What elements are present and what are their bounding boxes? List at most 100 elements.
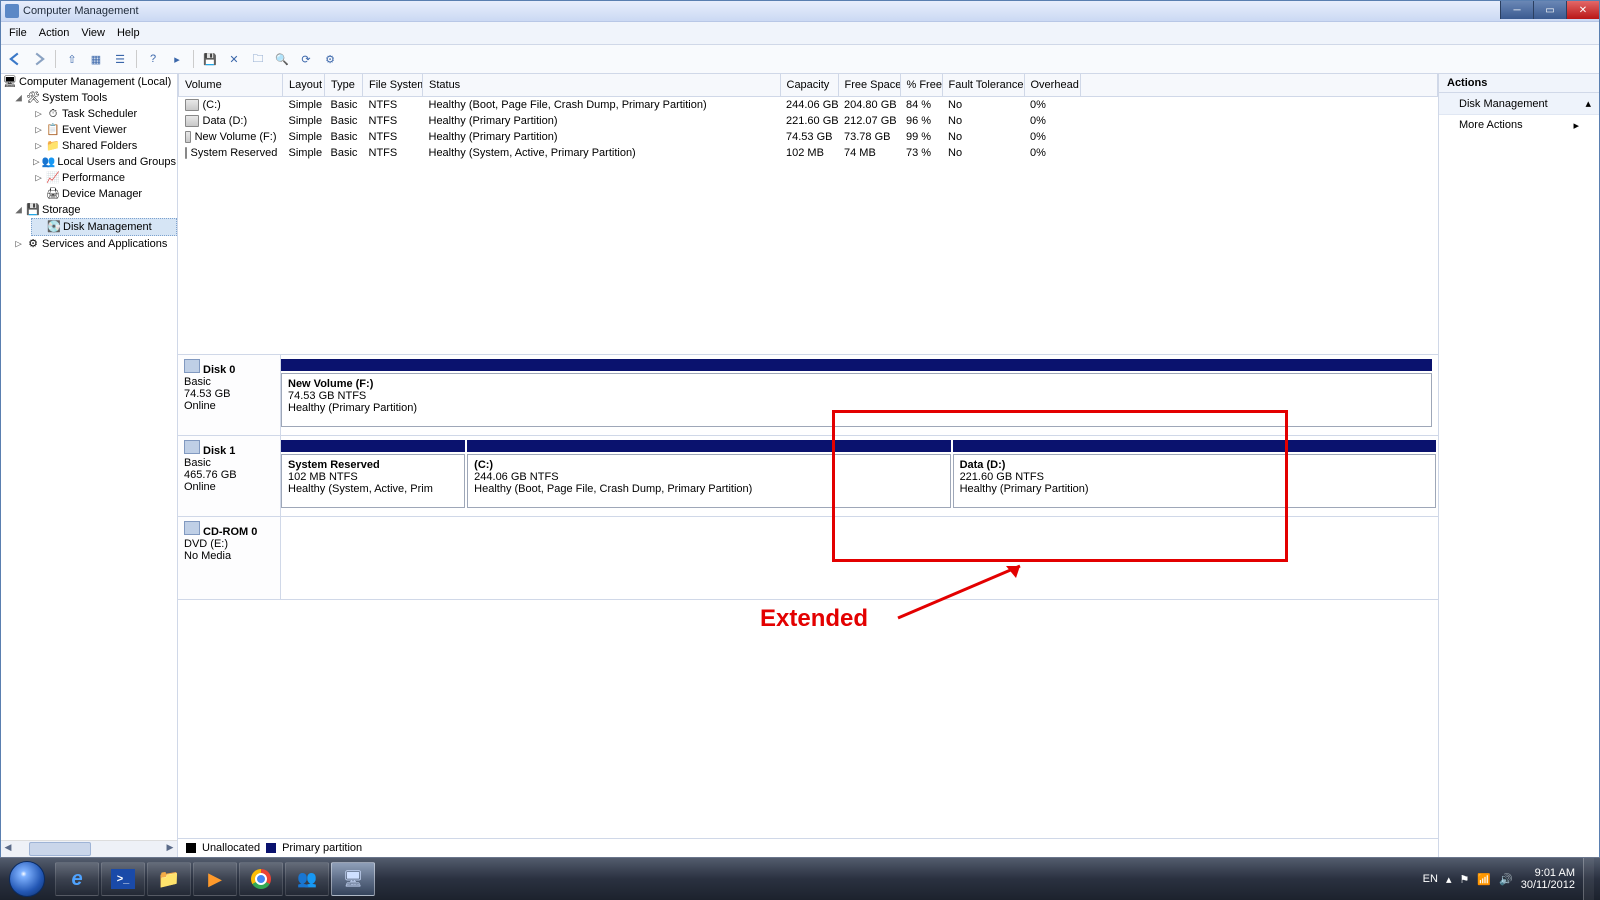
maximize-button[interactable]: ▭ (1533, 1, 1566, 19)
col-freespace[interactable]: Free Space (838, 74, 900, 97)
scroll-thumb[interactable] (29, 842, 91, 856)
submenu-arrow-icon: ▸ (1573, 119, 1579, 132)
settings-icon[interactable]: ⚙ (320, 49, 340, 69)
partition[interactable]: System Reserved102 MB NTFSHealthy (Syste… (281, 454, 465, 508)
partition[interactable]: (C:)244.06 GB NTFSHealthy (Boot, Page Fi… (467, 454, 950, 508)
refresh-icon[interactable]: ⟳ (296, 49, 316, 69)
col-type[interactable]: Type (325, 74, 363, 97)
expand-icon[interactable]: ▷ (33, 154, 40, 170)
app-icon (5, 4, 19, 18)
scroll-right-icon[interactable]: ▶ (163, 842, 177, 856)
disk-header[interactable]: CD-ROM 0DVD (E:)No Media (178, 517, 281, 599)
collapse-icon[interactable]: ◢ (13, 90, 24, 106)
tree-root[interactable]: 🖥Computer Management (Local) (1, 74, 177, 90)
tree-local-users[interactable]: ▷👥Local Users and Groups (31, 154, 177, 170)
tree-disk-management[interactable]: 💽Disk Management (31, 218, 177, 236)
scroll-left-icon[interactable]: ◀ (1, 842, 15, 856)
actions-pane: Actions Disk Management▴ More Actions▸ (1438, 74, 1599, 857)
tree-task-scheduler[interactable]: ▷⏱Task Scheduler (31, 106, 177, 122)
task-media-player[interactable]: ▶ (193, 862, 237, 896)
disk-row[interactable]: Disk 0Basic74.53 GBOnlineNew Volume (F:)… (178, 355, 1438, 436)
cut-icon[interactable]: ✕ (224, 49, 244, 69)
tree-storage[interactable]: ◢💾Storage (11, 202, 177, 218)
col-overhead[interactable]: Overhead (1024, 74, 1080, 97)
back-icon[interactable] (5, 49, 25, 69)
disk-row[interactable]: CD-ROM 0DVD (E:)No Media (178, 517, 1438, 600)
forward-icon[interactable] (29, 49, 49, 69)
actions-more[interactable]: More Actions▸ (1439, 115, 1599, 136)
task-ie[interactable]: e (55, 862, 99, 896)
disk-icon (184, 359, 200, 373)
expand-icon[interactable]: ▷ (33, 138, 44, 154)
col-filesystem[interactable]: File System (363, 74, 423, 97)
task-powershell[interactable]: >_ (101, 862, 145, 896)
tree-event-viewer[interactable]: ▷📋Event Viewer (31, 122, 177, 138)
menu-bar: File Action View Help (1, 22, 1599, 45)
tree-services-apps[interactable]: ▷⚙Services and Applications (11, 236, 177, 252)
disk-row[interactable]: Disk 1Basic465.76 GBOnlineSystem Reserve… (178, 436, 1438, 517)
show-hide-tree-icon[interactable]: ▦ (86, 49, 106, 69)
task-remote-desktop[interactable]: 👥 (285, 862, 329, 896)
disk-header[interactable]: Disk 1Basic465.76 GBOnline (178, 436, 281, 516)
volume-row[interactable]: Data (D:)SimpleBasicNTFSHealthy (Primary… (179, 113, 1438, 129)
tray-clock[interactable]: 9:01 AM 30/11/2012 (1521, 867, 1575, 891)
menu-action[interactable]: Action (39, 27, 70, 39)
tray-volume-icon[interactable]: 🔊 (1499, 873, 1513, 886)
col-capacity[interactable]: Capacity (780, 74, 838, 97)
col-layout[interactable]: Layout (283, 74, 325, 97)
col-pctfree[interactable]: % Free (900, 74, 942, 97)
powershell-icon: >_ (111, 869, 135, 889)
col-status[interactable]: Status (423, 74, 781, 97)
disk-map[interactable]: Disk 0Basic74.53 GBOnlineNew Volume (F:)… (178, 354, 1438, 838)
disk-header[interactable]: Disk 0Basic74.53 GBOnline (178, 355, 281, 435)
task-computer-management[interactable]: 🖥 (331, 862, 375, 896)
partition[interactable]: New Volume (F:)74.53 GB NTFSHealthy (Pri… (281, 373, 1432, 427)
close-button[interactable]: ✕ (1566, 1, 1599, 19)
menu-help[interactable]: Help (117, 27, 140, 39)
partition[interactable]: Data (D:)221.60 GB NTFSHealthy (Primary … (953, 454, 1436, 508)
clock-icon: ⏱ (46, 107, 60, 121)
expand-icon[interactable]: ▷ (33, 170, 44, 186)
title-bar[interactable]: Computer Management ─ ▭ ✕ (1, 1, 1599, 22)
tray-flag-icon[interactable]: ⚑ (1459, 873, 1469, 886)
volume-row[interactable]: (C:)SimpleBasicNTFSHealthy (Boot, Page F… (179, 97, 1438, 114)
expand-icon[interactable]: ▷ (33, 122, 44, 138)
volume-row[interactable]: New Volume (F:)SimpleBasicNTFSHealthy (P… (179, 129, 1438, 145)
rdp-icon: 👥 (297, 869, 317, 889)
volume-row[interactable]: System ReservedSimpleBasicNTFSHealthy (S… (179, 145, 1438, 161)
drive-icon (185, 99, 199, 111)
start-button[interactable] (0, 858, 54, 900)
console-tree[interactable]: 🖥Computer Management (Local) ◢🛠System To… (1, 74, 178, 857)
up-level-icon[interactable]: ⇧ (62, 49, 82, 69)
expand-icon[interactable]: ▷ (13, 236, 24, 252)
expand-icon[interactable]: ▷ (33, 106, 44, 122)
tray-language[interactable]: EN (1423, 873, 1438, 885)
tree-hscrollbar[interactable]: ◀ ▶ (1, 840, 177, 857)
help-icon[interactable]: ▸ (167, 49, 187, 69)
task-explorer[interactable]: 📁 (147, 862, 191, 896)
system-tray[interactable]: EN ▴ ⚑ 📶 🔊 9:01 AM 30/11/2012 (1423, 858, 1600, 900)
show-desktop-button[interactable] (1583, 858, 1594, 900)
tree-performance[interactable]: ▷📈Performance (31, 170, 177, 186)
tree-system-tools[interactable]: ◢🛠System Tools (11, 90, 177, 106)
delete-icon[interactable]: 🗀 (248, 49, 268, 69)
menu-view[interactable]: View (81, 27, 105, 39)
col-volume[interactable]: Volume (179, 74, 283, 97)
details-view-icon[interactable]: ☰ (110, 49, 130, 69)
actions-disk-management[interactable]: Disk Management▴ (1439, 93, 1599, 115)
chrome-icon (251, 869, 271, 889)
volume-list[interactable]: Volume Layout Type File System Status Ca… (178, 74, 1438, 354)
task-chrome[interactable] (239, 862, 283, 896)
tray-overflow-icon[interactable]: ▴ (1446, 873, 1452, 886)
taskbar[interactable]: e >_ 📁 ▶ 👥 🖥 EN ▴ ⚑ 📶 🔊 9:01 AM 30/11/20… (0, 857, 1600, 900)
menu-file[interactable]: File (9, 27, 27, 39)
collapse-icon[interactable]: ◢ (13, 202, 24, 218)
views-icon[interactable]: 🔍 (272, 49, 292, 69)
tray-network-icon[interactable]: 📶 (1477, 873, 1491, 886)
tree-device-manager[interactable]: 🖨Device Manager (31, 186, 177, 202)
tree-shared-folders[interactable]: ▷📁Shared Folders (31, 138, 177, 154)
save-icon[interactable]: 💾 (200, 49, 220, 69)
col-fault[interactable]: Fault Tolerance (942, 74, 1024, 97)
properties-icon[interactable]: ? (143, 49, 163, 69)
minimize-button[interactable]: ─ (1500, 1, 1533, 19)
